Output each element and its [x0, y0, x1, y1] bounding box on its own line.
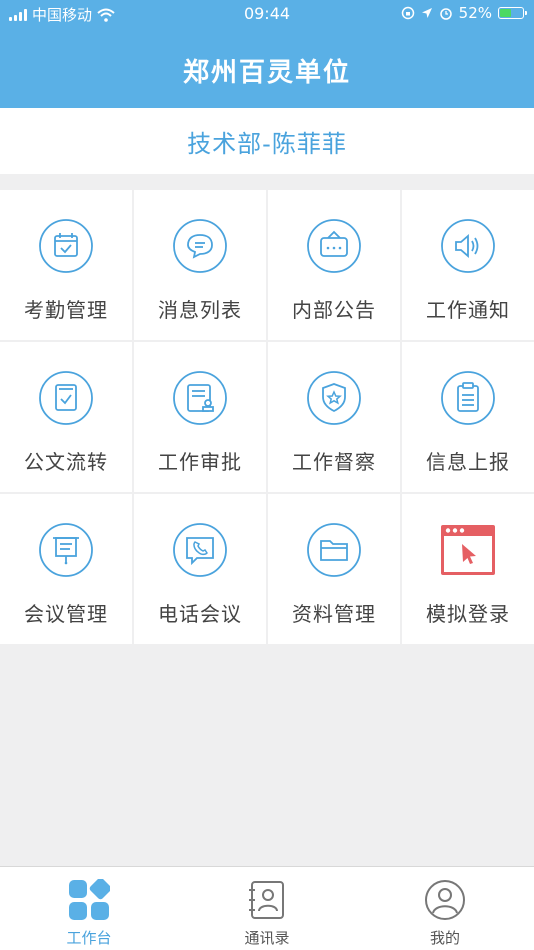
- module-grid: 考勤管理 消息列表 内部公告 工作通知 公文流转 工作审批 工作督察 信息上报 …: [0, 190, 534, 644]
- module-label: 考勤管理: [24, 298, 108, 322]
- module-announcement[interactable]: 内部公告: [268, 190, 400, 340]
- approval-stamp-icon: [173, 371, 227, 425]
- module-label: 资料管理: [292, 602, 376, 626]
- module-approval[interactable]: 工作审批: [134, 342, 266, 492]
- phone-chat-icon: [173, 523, 227, 577]
- tab-mine[interactable]: 我的: [356, 867, 534, 950]
- module-label: 会议管理: [24, 602, 108, 626]
- document-check-icon: [39, 371, 93, 425]
- module-label: 工作通知: [426, 298, 510, 322]
- module-label: 模拟登录: [426, 602, 510, 626]
- tab-contacts[interactable]: 通讯录: [178, 867, 356, 950]
- module-label: 工作督察: [292, 450, 376, 474]
- module-files[interactable]: 资料管理: [268, 494, 400, 644]
- tab-workbench[interactable]: 工作台: [0, 867, 178, 950]
- module-info-report[interactable]: 信息上报: [402, 342, 534, 492]
- module-work-notice[interactable]: 工作通知: [402, 190, 534, 340]
- speaker-icon: [441, 219, 495, 273]
- app-header: 中国移动 09:44 52% 郑州百灵单位: [0, 0, 534, 108]
- module-label: 工作审批: [158, 450, 242, 474]
- status-bar: 中国移动 09:44 52%: [0, 0, 534, 30]
- alarm-icon: [439, 8, 452, 20]
- shield-star-icon: [307, 371, 361, 425]
- battery-icon: [498, 7, 527, 19]
- module-simulated-login[interactable]: 模拟登录: [402, 494, 534, 644]
- contacts-book-icon: [249, 881, 284, 919]
- workbench-grid-icon: [69, 879, 110, 920]
- module-conference-call[interactable]: 电话会议: [134, 494, 266, 644]
- tab-label: 通讯录: [244, 929, 290, 947]
- module-inspection[interactable]: 工作督察: [268, 342, 400, 492]
- bulletin-board-icon: [307, 219, 361, 273]
- browser-cursor-icon: [441, 525, 495, 575]
- module-label: 内部公告: [292, 298, 376, 322]
- calendar-check-icon: [39, 219, 93, 273]
- module-label: 电话会议: [158, 602, 242, 626]
- tab-label: 我的: [429, 929, 460, 947]
- module-attendance[interactable]: 考勤管理: [0, 190, 132, 340]
- department-name: 技术部-陈菲菲: [0, 108, 534, 174]
- rotation-lock-icon: [401, 6, 414, 20]
- module-label: 消息列表: [158, 298, 242, 322]
- tab-label: 工作台: [66, 929, 112, 947]
- module-label: 公文流转: [24, 450, 108, 474]
- module-meeting[interactable]: 会议管理: [0, 494, 132, 644]
- clipboard-icon: [441, 371, 495, 425]
- location-icon: [421, 8, 432, 18]
- user-profile-icon: [425, 880, 465, 920]
- folder-icon: [307, 523, 361, 577]
- chat-bubble-icon: [173, 219, 227, 273]
- page-title: 郑州百灵单位: [182, 58, 351, 88]
- module-document-flow[interactable]: 公文流转: [0, 342, 132, 492]
- presentation-board-icon: [39, 523, 93, 577]
- module-messages[interactable]: 消息列表: [134, 190, 266, 340]
- bottom-tab-bar: 工作台 通讯录 我的: [0, 866, 534, 950]
- battery-percent: 52%: [458, 4, 492, 22]
- module-label: 信息上报: [426, 450, 510, 474]
